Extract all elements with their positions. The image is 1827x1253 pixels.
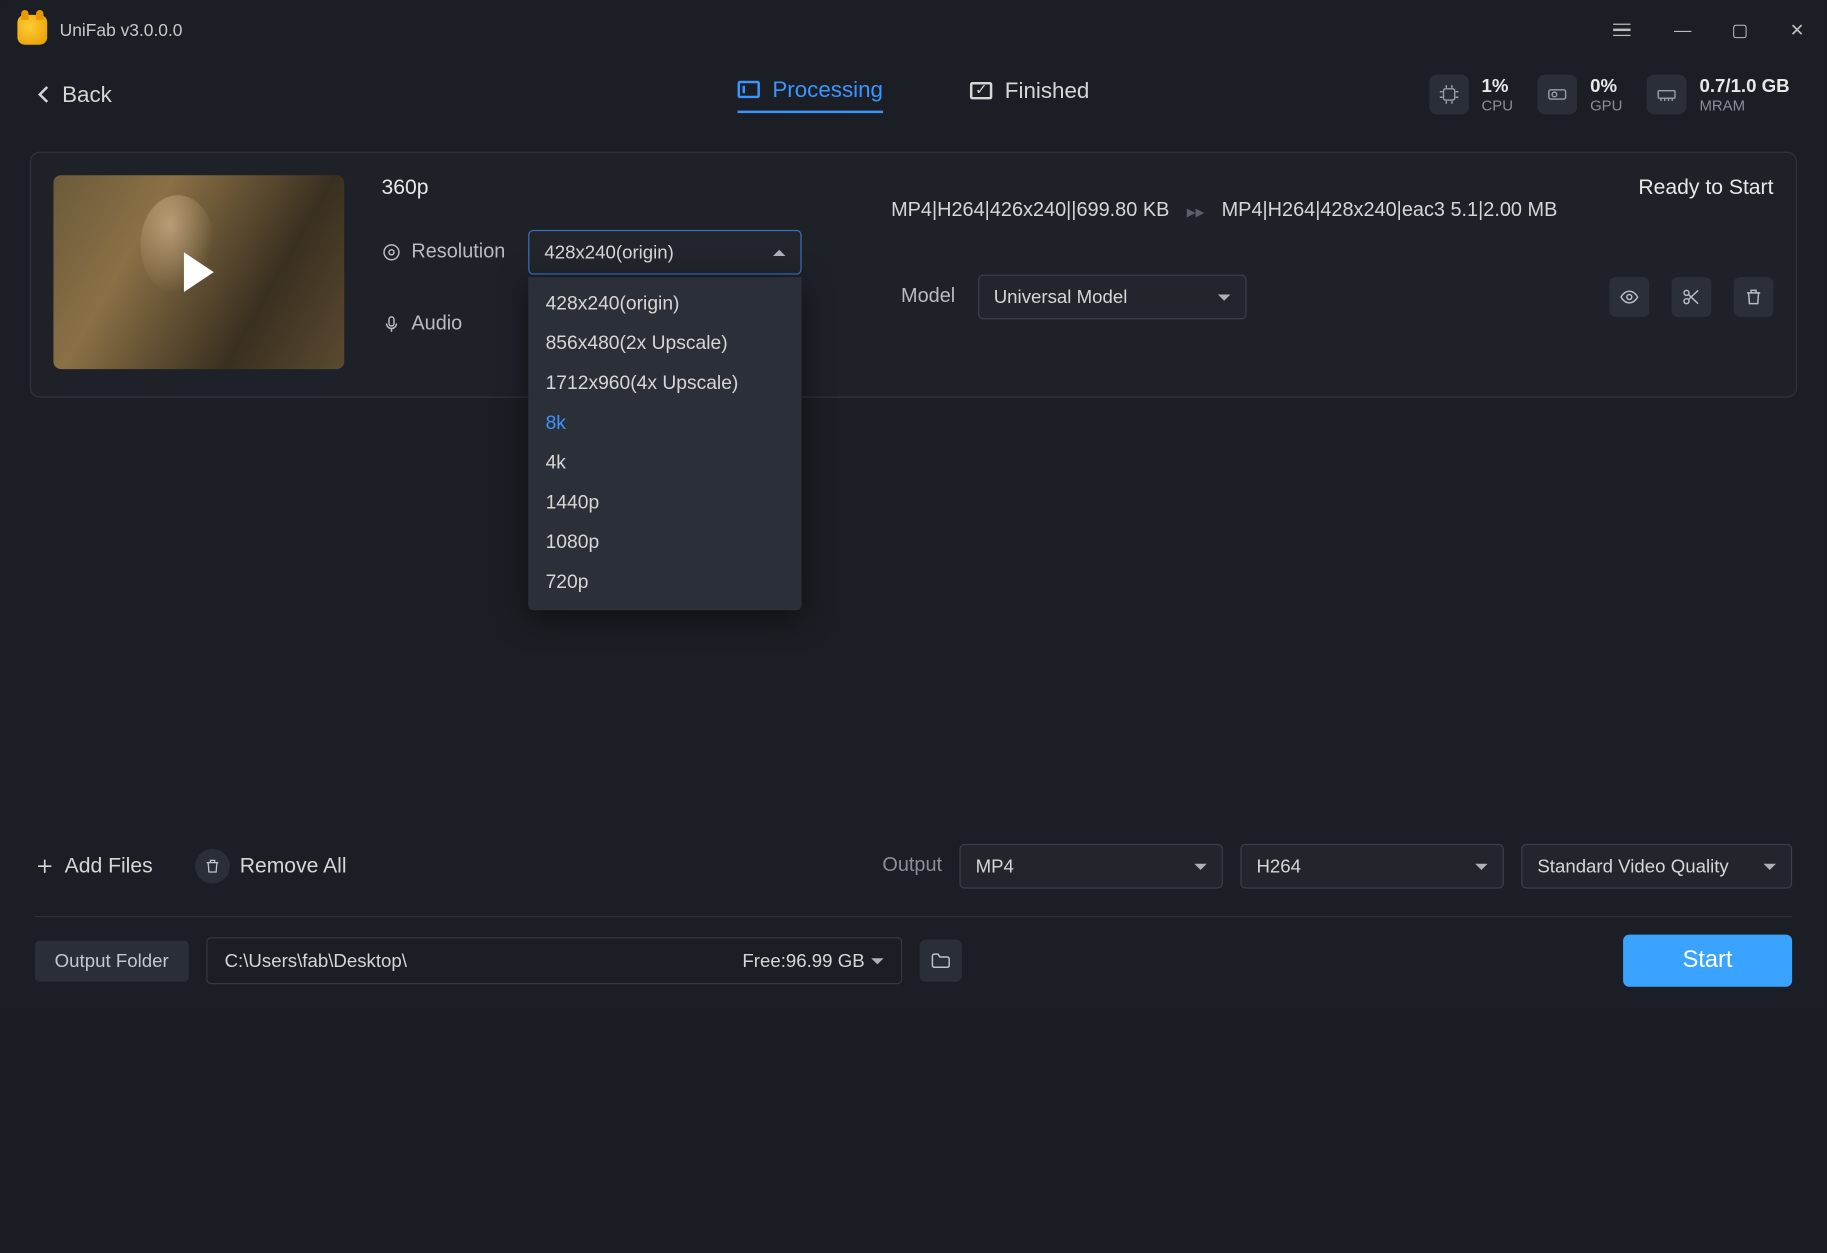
stat-gpu: 0% GPU xyxy=(1538,75,1623,115)
task-status-group: Ready to Start xyxy=(1638,175,1773,247)
remove-all-label: Remove All xyxy=(240,854,347,879)
video-thumbnail[interactable] xyxy=(53,175,344,369)
trash-icon xyxy=(195,849,230,884)
titlebar: UniFab v3.0.0.0 — ▢ ✕ xyxy=(0,0,1827,60)
trim-button[interactable] xyxy=(1672,277,1712,317)
minimize-button[interactable]: — xyxy=(1670,20,1695,40)
resolution-option[interactable]: 720p xyxy=(528,563,801,603)
tab-finished[interactable]: Finished xyxy=(970,76,1089,112)
task-right: MP4|H264|426x240||699.80 KB ▸▸ MP4|H264|… xyxy=(891,175,1773,374)
resource-stats: 1% CPU 0% GPU 0.7/1.0 GB MRAM xyxy=(1429,75,1789,115)
tab-label: Processing xyxy=(772,76,883,102)
tab-label: Finished xyxy=(1005,78,1090,104)
scissors-icon xyxy=(1682,287,1702,307)
eye-icon xyxy=(1619,287,1639,307)
microphone-icon xyxy=(382,314,402,334)
close-button[interactable]: ✕ xyxy=(1785,19,1810,40)
gpu-icon xyxy=(1538,75,1578,115)
chevron-down-icon xyxy=(1194,863,1206,869)
content-area: 360p Resolution 428x240(origin) Audio xyxy=(0,129,1827,831)
cpu-label: CPU xyxy=(1482,96,1513,113)
output-format-select[interactable]: MP4 xyxy=(959,844,1222,889)
add-files-button[interactable]: Add Files xyxy=(35,854,153,879)
gpu-value: 0% xyxy=(1590,75,1622,96)
model-select[interactable]: Universal Model xyxy=(978,275,1246,320)
cpu-icon xyxy=(1429,75,1469,115)
tabs: Processing Finished xyxy=(738,76,1090,112)
processing-icon xyxy=(738,81,760,98)
gpu-label: GPU xyxy=(1590,96,1622,113)
chevron-up-icon xyxy=(773,249,785,255)
chevron-down-icon xyxy=(1475,863,1487,869)
chevron-down-icon xyxy=(871,958,883,964)
resolution-label: Resolution xyxy=(382,241,506,263)
browse-folder-button[interactable] xyxy=(919,940,961,982)
model-row: Model Universal Model xyxy=(891,275,1773,320)
arrow-right-icon: ▸▸ xyxy=(1187,201,1204,222)
cpu-value: 1% xyxy=(1482,75,1513,96)
back-button[interactable]: Back xyxy=(37,81,112,107)
output-path-value: C:\Users\fab\Desktop\ xyxy=(225,950,407,971)
tab-processing[interactable]: Processing xyxy=(738,76,883,112)
add-files-label: Add Files xyxy=(65,854,153,879)
output-format-value: MP4 xyxy=(976,856,1014,877)
header-row: Back Processing Finished 1% CPU xyxy=(0,60,1827,130)
app-logo-icon xyxy=(17,15,47,45)
resolution-option[interactable]: 1440p xyxy=(528,483,801,523)
task-card: 360p Resolution 428x240(origin) Audio xyxy=(30,152,1797,398)
resolution-dropdown[interactable]: 428x240(origin)856x480(2x Upscale)1712x9… xyxy=(528,277,801,610)
output-path-input[interactable]: C:\Users\fab\Desktop\ Free:96.99 GB xyxy=(206,937,902,984)
ram-value: 0.7/1.0 GB xyxy=(1699,75,1789,96)
start-button[interactable]: Start xyxy=(1623,935,1792,987)
window-controls: — ▢ ✕ xyxy=(1613,19,1809,40)
model-value: Universal Model xyxy=(994,286,1128,307)
task-title: 360p xyxy=(382,175,854,200)
stat-cpu: 1% CPU xyxy=(1429,75,1513,115)
model-label: Model xyxy=(891,286,955,308)
ram-icon xyxy=(1647,75,1687,115)
play-icon xyxy=(184,252,214,292)
chevron-down-icon xyxy=(1764,863,1776,869)
back-label: Back xyxy=(62,81,112,107)
plus-icon xyxy=(35,856,55,876)
format-conversion: MP4|H264|426x240||699.80 KB ▸▸ MP4|H264|… xyxy=(891,175,1773,247)
quality-value: Standard Video Quality xyxy=(1537,856,1728,877)
chevron-left-icon xyxy=(37,85,49,105)
delete-button[interactable] xyxy=(1734,277,1774,317)
resolution-option[interactable]: 856x480(2x Upscale) xyxy=(528,324,801,364)
menu-icon[interactable] xyxy=(1613,23,1638,36)
free-space: Free:96.99 GB xyxy=(742,950,883,971)
resolution-value: 428x240(origin) xyxy=(544,242,674,263)
ram-label: MRAM xyxy=(1699,96,1789,113)
app-window: UniFab v3.0.0.0 — ▢ ✕ Back Processing Fi… xyxy=(0,0,1827,1009)
resolution-option[interactable]: 1080p xyxy=(528,523,801,563)
folder-icon xyxy=(929,949,951,971)
output-label: Output xyxy=(882,855,942,877)
target-format: MP4|H264|428x240|eac3 5.1|2.00 MB xyxy=(1222,200,1558,222)
resolution-select[interactable]: 428x240(origin) xyxy=(528,230,801,275)
maximize-button[interactable]: ▢ xyxy=(1727,19,1752,40)
chevron-down-icon xyxy=(1217,294,1229,300)
encoder-select[interactable]: H264 xyxy=(1240,844,1503,889)
bottom-toolbar: Add Files Remove All Output MP4 H264 Sta… xyxy=(0,831,1827,901)
trash-icon xyxy=(1744,287,1764,307)
output-folder-button[interactable]: Output Folder xyxy=(35,940,189,981)
source-format: MP4|H264|426x240||699.80 KB xyxy=(891,200,1169,222)
resolution-option[interactable]: 428x240(origin) xyxy=(528,285,801,325)
remove-all-button[interactable]: Remove All xyxy=(195,849,347,884)
finished-icon xyxy=(970,82,992,99)
audio-label: Audio xyxy=(382,313,506,335)
resolution-option[interactable]: 4k xyxy=(528,444,801,484)
app-title: UniFab v3.0.0.0 xyxy=(60,20,183,40)
encoder-value: H264 xyxy=(1256,856,1301,877)
resolution-option[interactable]: 1712x960(4x Upscale) xyxy=(528,364,801,404)
stat-ram: 0.7/1.0 GB MRAM xyxy=(1647,75,1789,115)
resolution-icon xyxy=(382,242,402,262)
quality-select[interactable]: Standard Video Quality xyxy=(1521,844,1792,889)
preview-button[interactable] xyxy=(1609,277,1649,317)
task-status: Ready to Start xyxy=(1638,175,1773,200)
task-actions xyxy=(1609,277,1773,317)
resolution-option[interactable]: 8k xyxy=(528,404,801,444)
footer: Output Folder C:\Users\fab\Desktop\ Free… xyxy=(0,917,1827,1009)
